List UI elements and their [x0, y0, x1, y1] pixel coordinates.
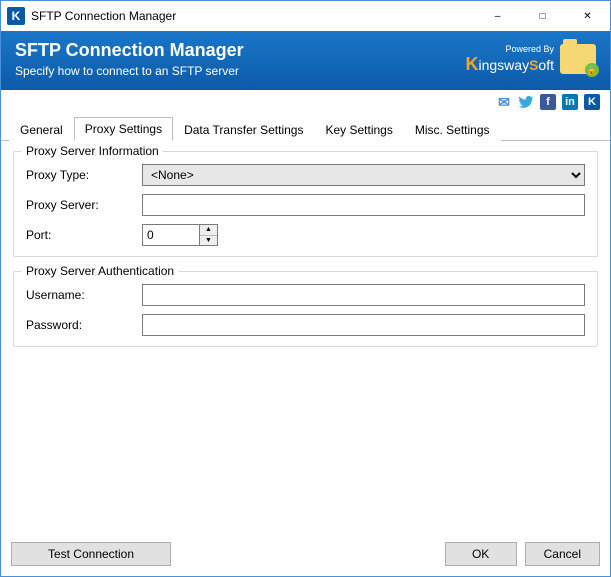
header-banner: SFTP Connection Manager Specify how to c… — [1, 31, 610, 90]
window-title: SFTP Connection Manager — [31, 9, 176, 23]
maximize-button[interactable]: □ — [520, 1, 565, 31]
proxy-server-input[interactable] — [142, 194, 585, 216]
cancel-button[interactable]: Cancel — [525, 542, 600, 566]
powered-by-label: Powered By — [465, 44, 554, 54]
ok-button[interactable]: OK — [445, 542, 517, 566]
tab-proxy-settings[interactable]: Proxy Settings — [74, 117, 173, 141]
tab-content: Proxy Server Information Proxy Type: <No… — [1, 141, 610, 534]
proxy-type-select[interactable]: <None> — [142, 164, 585, 186]
proxy-type-label: Proxy Type: — [26, 168, 142, 182]
group-legend-info: Proxy Server Information — [22, 144, 163, 158]
close-button[interactable]: ✕ — [565, 1, 610, 31]
tab-general[interactable]: General — [9, 118, 74, 141]
port-spin-down[interactable]: ▼ — [200, 236, 217, 246]
port-label: Port: — [26, 228, 142, 242]
kingswaysoft-icon[interactable]: K — [584, 94, 600, 110]
password-label: Password: — [26, 318, 142, 332]
group-legend-auth: Proxy Server Authentication — [22, 264, 178, 278]
port-input[interactable] — [142, 224, 200, 246]
tab-data-transfer-settings[interactable]: Data Transfer Settings — [173, 118, 314, 141]
linkedin-icon[interactable]: in — [562, 94, 578, 110]
kingswaysoft-logo: KingswaySoft — [465, 54, 554, 75]
facebook-icon[interactable]: f — [540, 94, 556, 110]
titlebar: K SFTP Connection Manager – □ ✕ — [1, 1, 610, 31]
header-subtitle: Specify how to connect to an SFTP server — [15, 64, 465, 78]
username-input[interactable] — [142, 284, 585, 306]
port-stepper[interactable]: ▲ ▼ — [142, 224, 222, 246]
group-proxy-server-information: Proxy Server Information Proxy Type: <No… — [13, 151, 598, 257]
group-proxy-server-authentication: Proxy Server Authentication Username: Pa… — [13, 271, 598, 347]
port-spin-up[interactable]: ▲ — [200, 225, 217, 236]
test-connection-button[interactable]: Test Connection — [11, 542, 171, 566]
social-bar: ✉ f in K — [1, 90, 610, 110]
tab-key-settings[interactable]: Key Settings — [314, 118, 403, 141]
header-title: SFTP Connection Manager — [15, 40, 465, 61]
username-label: Username: — [26, 288, 142, 302]
minimize-button[interactable]: – — [475, 1, 520, 31]
twitter-icon[interactable] — [518, 94, 534, 110]
secure-folder-icon: 🔒 — [560, 44, 596, 74]
password-input[interactable] — [142, 314, 585, 336]
proxy-server-label: Proxy Server: — [26, 198, 142, 212]
tab-misc-settings[interactable]: Misc. Settings — [404, 118, 501, 141]
mail-icon[interactable]: ✉ — [496, 94, 512, 110]
dialog-footer: Test Connection OK Cancel — [1, 534, 610, 576]
tab-bar: General Proxy Settings Data Transfer Set… — [1, 110, 610, 141]
app-icon: K — [7, 7, 25, 25]
lock-icon: 🔒 — [585, 63, 599, 77]
